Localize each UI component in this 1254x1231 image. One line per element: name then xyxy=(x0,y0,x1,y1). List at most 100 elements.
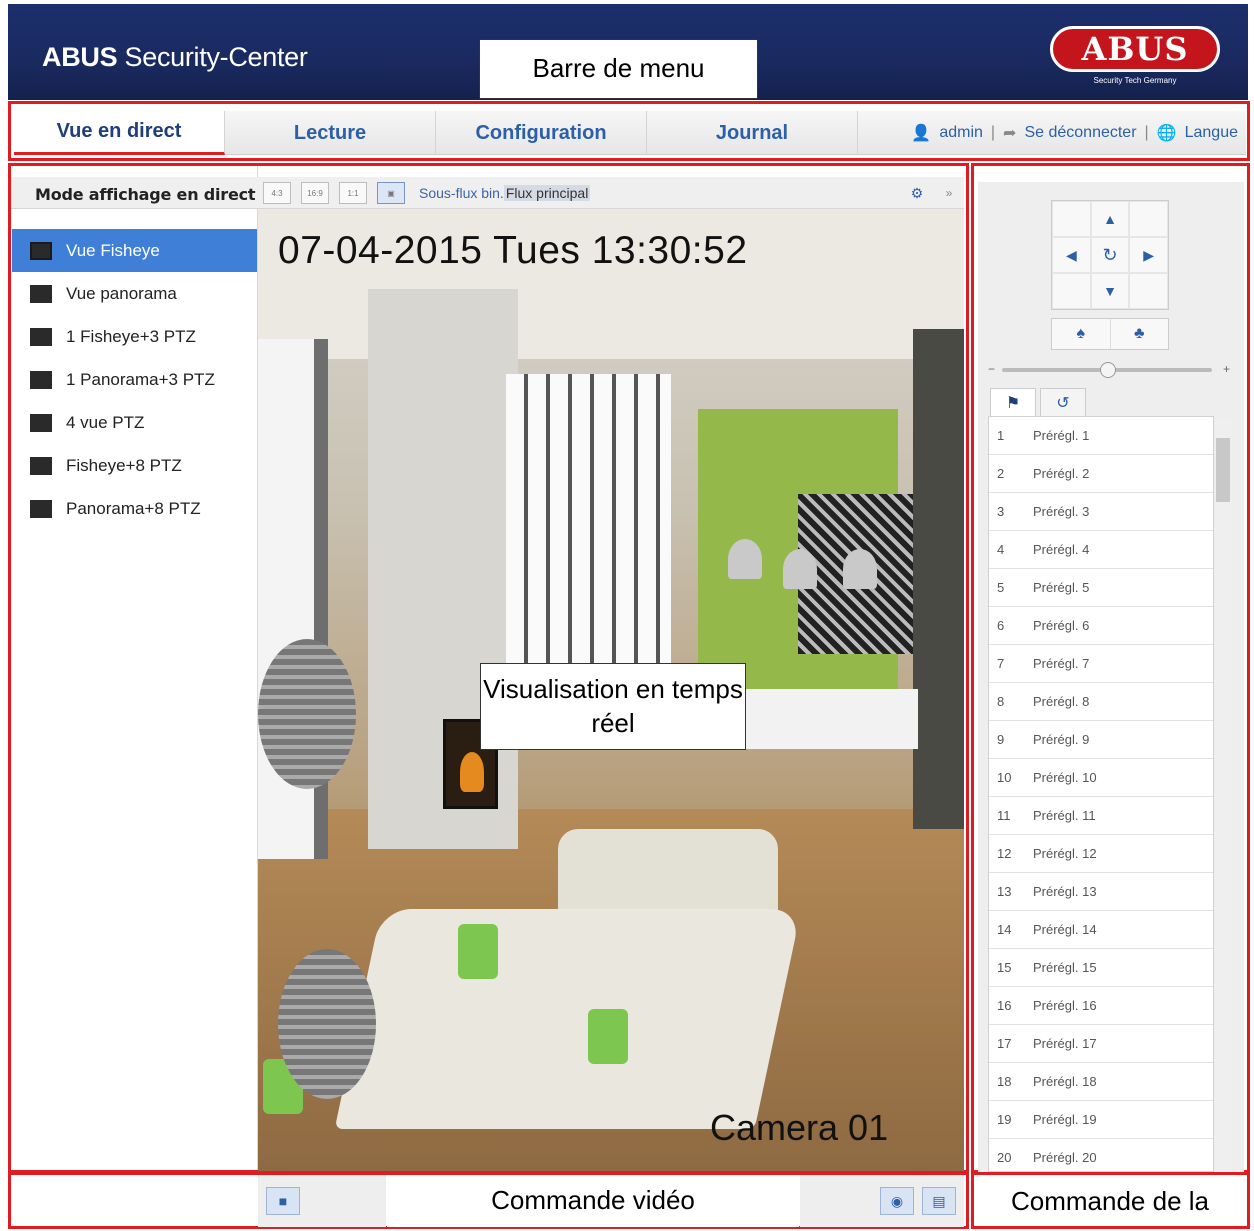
preset-row[interactable]: 13 Prérégl. 13 xyxy=(989,873,1213,911)
preset-row[interactable]: 11 Prérégl. 11 xyxy=(989,797,1213,835)
fisheye-icon xyxy=(30,241,52,260)
record-icon[interactable]: ▤ xyxy=(922,1187,956,1215)
menu-bar: Vue en direct Lecture Configuration Jour… xyxy=(8,101,1250,161)
grid-icon xyxy=(30,499,52,518)
dpad-empty xyxy=(1052,201,1091,237)
user-icon: 👤 xyxy=(911,125,932,142)
menu-bar-strip: Vue en direct Lecture Configuration Jour… xyxy=(14,111,1246,155)
substream-label[interactable]: Sous-flux bin. xyxy=(419,185,504,201)
auto-rotate-icon[interactable]: ↻ xyxy=(1090,237,1130,273)
preset-row[interactable]: 8 Prérégl. 8 xyxy=(989,683,1213,721)
tab-log[interactable]: Journal xyxy=(647,111,858,155)
scene-pendant-lamp xyxy=(843,549,877,589)
preset-row[interactable]: 16 Prérégl. 16 xyxy=(989,987,1213,1025)
mode-label: 1 Panorama+3 PTZ xyxy=(66,369,215,389)
layout-16-9-button[interactable]: 16:9 xyxy=(301,182,329,204)
zoom-in-icon[interactable]: ♠ xyxy=(1052,319,1111,349)
grid-icon xyxy=(30,413,52,432)
expand-icon[interactable]: » xyxy=(935,182,963,204)
dpad-empty xyxy=(1052,273,1091,309)
preset-row[interactable]: 4 Prérégl. 4 xyxy=(989,531,1213,569)
preset-row[interactable]: 2 Prérégl. 2 xyxy=(989,455,1213,493)
preset-row[interactable]: 7 Prérégl. 7 xyxy=(989,645,1213,683)
tab-presets-flag-icon[interactable]: ⚑ xyxy=(990,388,1036,416)
mode-4ptz[interactable]: 4 vue PTZ xyxy=(12,401,257,444)
preset-row[interactable]: 12 Prérégl. 12 xyxy=(989,835,1213,873)
tab-live-view[interactable]: Vue en direct xyxy=(14,111,225,155)
preset-row[interactable]: 20 Prérégl. 20 xyxy=(989,1139,1213,1171)
preset-row[interactable]: 17 Prérégl. 17 xyxy=(989,1025,1213,1063)
scene-dark-wall xyxy=(913,329,964,829)
separator: | xyxy=(990,124,996,141)
preset-row[interactable]: 6 Prérégl. 6 xyxy=(989,607,1213,645)
mode-fisheye-3ptz[interactable]: 1 Fisheye+3 PTZ xyxy=(12,315,257,358)
ptz-speed-slider[interactable]: − + xyxy=(988,362,1230,378)
scene-pendant-lamp xyxy=(783,549,817,589)
scrollbar-thumb[interactable] xyxy=(1216,438,1230,502)
camera-icon[interactable]: ◉ xyxy=(880,1187,914,1215)
mode-label: Vue Fisheye xyxy=(66,240,160,260)
ptz-tabs: ⚑ ↺ xyxy=(990,388,1086,416)
display-mode-list: Vue Fisheye Vue panorama 1 Fisheye+3 PTZ… xyxy=(12,229,257,530)
up-arrow-icon[interactable]: ▲ xyxy=(1090,201,1130,237)
zoom-out-icon[interactable]: ♣ xyxy=(1111,319,1169,349)
preset-row[interactable]: 14 Prérégl. 14 xyxy=(989,911,1213,949)
mode-fisheye[interactable]: Vue Fisheye xyxy=(12,229,257,272)
scene-hanging-lamp xyxy=(278,949,376,1099)
grid-icon xyxy=(30,456,52,475)
layout-1-1-button[interactable]: 1:1 xyxy=(339,182,367,204)
ptz-toggle-icon[interactable]: ⚙ xyxy=(903,182,931,204)
preset-row[interactable]: 3 Prérégl. 3 xyxy=(989,493,1213,531)
slider-thumb[interactable] xyxy=(1100,362,1116,378)
abus-logo: ABUS Security Tech Germany xyxy=(1050,26,1220,90)
scene-window xyxy=(506,374,671,674)
globe-icon: 🌐 xyxy=(1156,125,1177,142)
preset-row[interactable]: 19 Prérégl. 19 xyxy=(989,1101,1213,1139)
right-arrow-icon[interactable]: ▶ xyxy=(1129,237,1168,273)
osd-camera-name: Camera 01 xyxy=(710,1107,889,1148)
down-arrow-icon[interactable]: ▼ xyxy=(1090,273,1130,309)
preset-row[interactable]: 5 Prérégl. 5 xyxy=(989,569,1213,607)
left-arrow-icon[interactable]: ◀ xyxy=(1052,237,1091,273)
panorama-icon xyxy=(30,284,52,303)
scene-pillow xyxy=(588,1009,628,1064)
logout-link[interactable]: Se déconnecter xyxy=(1024,124,1136,142)
stream-selector[interactable]: Sous-flux bin. Flux principal xyxy=(419,185,591,201)
grid-icon xyxy=(30,370,52,389)
preset-scrollbar[interactable] xyxy=(1214,418,1232,1172)
mode-panorama[interactable]: Vue panorama xyxy=(12,272,257,315)
video-control-right: ◉ ▤ xyxy=(800,1175,964,1227)
stop-button[interactable]: ■ xyxy=(266,1187,300,1215)
preset-row[interactable]: 18 Prérégl. 18 xyxy=(989,1063,1213,1101)
preset-row[interactable]: 9 Prérégl. 9 xyxy=(989,721,1213,759)
mode-label: Vue panorama xyxy=(66,283,177,303)
language-link[interactable]: Langue xyxy=(1185,124,1238,142)
tab-playback[interactable]: Lecture xyxy=(225,111,436,155)
osd-timestamp: 07-04-2015 Tues 13:30:52 xyxy=(278,229,748,272)
mode-fisheye-8ptz[interactable]: Fisheye+8 PTZ xyxy=(12,444,257,487)
scene-table xyxy=(728,689,918,749)
grid-icon xyxy=(30,327,52,346)
preset-list: 1 Prérégl. 1 2 Prérégl. 2 3 Prérégl. 3 4 Pré… xyxy=(988,416,1214,1172)
tab-configuration[interactable]: Configuration xyxy=(436,111,647,155)
mode-label: Fisheye+8 PTZ xyxy=(66,455,182,475)
live-toolbar: Mode affichage en direct 4:3 16:9 1:1 ▣ … xyxy=(11,177,964,209)
logout-icon: ➦ xyxy=(1003,125,1017,142)
stream-select-icon[interactable]: ▣ xyxy=(377,182,405,204)
scene-pendant-lamp xyxy=(728,539,762,579)
preset-row[interactable]: 1 Prérégl. 1 xyxy=(989,417,1213,455)
preset-row[interactable]: 15 Prérégl. 15 xyxy=(989,949,1213,987)
dpad-empty xyxy=(1129,201,1168,237)
preset-row[interactable]: 10 Prérégl. 10 xyxy=(989,759,1213,797)
mainstream-label[interactable]: Flux principal xyxy=(503,185,591,201)
video-control-left: ■ xyxy=(258,1175,386,1227)
tab-patrol-icon[interactable]: ↺ xyxy=(1040,388,1086,416)
ptz-direction-pad: ▲ ◀ ↻ ▶ ▼ xyxy=(1051,200,1169,310)
display-mode-label: Mode affichage en direct xyxy=(35,185,256,204)
mode-panorama-8ptz[interactable]: Panorama+8 PTZ xyxy=(12,487,257,530)
user-name[interactable]: admin xyxy=(939,124,983,142)
layout-4-3-button[interactable]: 4:3 xyxy=(263,182,291,204)
callout-video-control: Commande vidéo xyxy=(387,1175,799,1227)
mode-panorama-3ptz[interactable]: 1 Panorama+3 PTZ xyxy=(12,358,257,401)
minus-icon: − xyxy=(988,362,996,376)
